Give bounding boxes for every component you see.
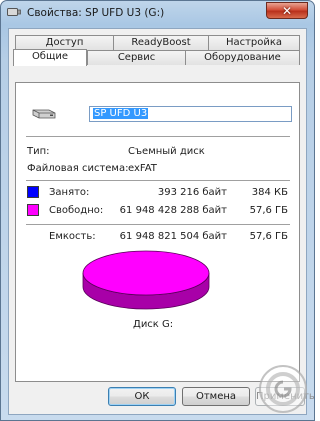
used-space-swatch xyxy=(27,186,39,198)
drive-name-value: SP UFD U3 xyxy=(93,108,149,119)
ok-button[interactable]: ОК xyxy=(108,387,176,406)
close-button[interactable]: ✕ xyxy=(266,2,308,19)
title-bar[interactable]: Свойства: SP UFD U3 (G:) ✕ xyxy=(1,1,314,27)
separator xyxy=(26,224,290,226)
general-tab-panel: SP UFD U3 Тип: Съемный диск Файловая сис… xyxy=(15,82,300,382)
free-space-swatch xyxy=(27,204,39,216)
window-title: Свойства: SP UFD U3 (G:) xyxy=(27,7,165,19)
free-label: Свободно: xyxy=(49,205,104,216)
used-short: 384 КБ xyxy=(251,187,288,198)
free-bytes: 61 948 428 288 байт xyxy=(119,205,227,216)
drive-name-input[interactable]: SP UFD U3 xyxy=(89,106,292,122)
filesystem-label: Файловая система: xyxy=(27,163,129,174)
tab-readyboost[interactable]: ReadyBoost xyxy=(113,35,209,50)
cancel-button[interactable]: Отмена xyxy=(182,387,250,406)
tab-label: Общие xyxy=(31,51,69,62)
filesystem-value: exFAT xyxy=(128,163,157,174)
capacity-label: Емкость: xyxy=(49,231,96,242)
tab-customize[interactable]: Настройка xyxy=(208,35,300,50)
tab-general[interactable]: Общие xyxy=(13,49,87,66)
capacity-short: 57,6 ГБ xyxy=(249,231,288,242)
tab-label: Настройка xyxy=(225,37,283,48)
separator xyxy=(26,136,290,138)
tab-label: Оборудование xyxy=(204,52,281,63)
disk-usage-pie-chart xyxy=(82,250,210,310)
tab-label: ReadyBoost xyxy=(131,37,191,48)
tab-sharing[interactable]: Доступ xyxy=(15,35,114,50)
usb-drive-icon xyxy=(7,8,21,16)
disk-label: Диск G: xyxy=(133,319,174,330)
tab-hardware[interactable]: Оборудование xyxy=(185,50,300,65)
used-bytes: 393 216 байт xyxy=(157,187,227,198)
properties-window: Свойства: SP UFD U3 (G:) ✕ Доступ ReadyB… xyxy=(0,0,315,421)
removable-drive-icon xyxy=(32,109,56,119)
tab-tools[interactable]: Сервис xyxy=(87,50,186,65)
tab-label: Сервис xyxy=(117,52,156,63)
type-value: Съемный диск xyxy=(128,146,205,157)
dialog-client-area: Доступ ReadyBoost Настройка Общие Сервис… xyxy=(8,28,314,415)
close-icon: ✕ xyxy=(281,3,293,18)
separator xyxy=(26,180,290,182)
capacity-bytes: 61 948 821 504 байт xyxy=(119,231,227,242)
tab-label: Доступ xyxy=(45,37,84,48)
watermark-logo-icon xyxy=(259,365,307,413)
type-label: Тип: xyxy=(27,146,50,157)
used-label: Занято: xyxy=(49,187,90,198)
free-short: 57,6 ГБ xyxy=(249,205,288,216)
